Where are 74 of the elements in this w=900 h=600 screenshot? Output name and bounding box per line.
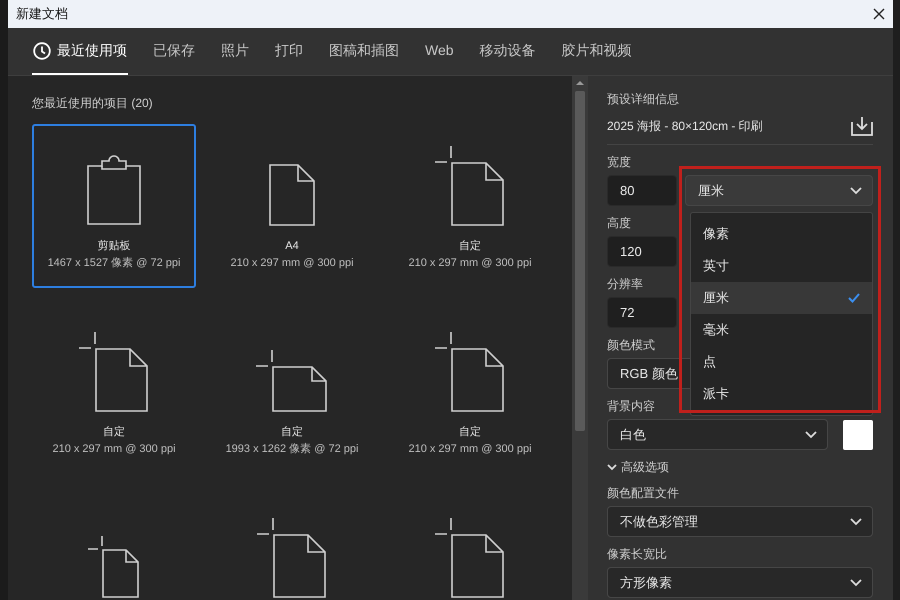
menu-item[interactable]: 毫米 xyxy=(691,314,872,346)
preset-size: 210 x 297 mm @ 300 ppi xyxy=(408,256,532,270)
clock-icon xyxy=(33,42,51,60)
close-button[interactable] xyxy=(871,6,887,22)
custom-document-icon xyxy=(88,536,140,598)
tab[interactable]: 照片 xyxy=(220,28,250,75)
field-label: 分辨率 xyxy=(607,276,643,293)
field-label: 像素长宽比 xyxy=(607,546,667,563)
custom-document-icon xyxy=(79,332,149,412)
chevron-down-icon xyxy=(850,518,862,526)
section-heading: 预设详细信息 xyxy=(607,91,679,108)
download-icon xyxy=(851,116,873,136)
dropdown[interactable]: 白色 xyxy=(607,419,828,450)
menu-item[interactable]: 厘米 xyxy=(691,282,872,314)
menu-item[interactable]: 像素 xyxy=(691,218,872,250)
dropdown[interactable]: 不做色彩管理 xyxy=(607,506,873,537)
save-preset-button[interactable] xyxy=(851,116,873,136)
menu-item[interactable]: 点 xyxy=(691,346,872,378)
tab[interactable]: 图稿和插图 xyxy=(328,28,400,75)
preset-card[interactable]: 自定 1993 x 1262 像素 @ 72 ppi xyxy=(210,310,374,474)
field-label: 颜色配置文件 xyxy=(607,485,679,502)
preset-name: 自定 xyxy=(281,424,303,440)
preset-name: 自定 xyxy=(103,424,125,440)
custom-document-icon xyxy=(435,332,505,412)
preset-name: 剪贴板 xyxy=(98,238,130,254)
menu-item[interactable]: 派卡 xyxy=(691,378,872,410)
dropdown[interactable]: 方形像素 xyxy=(607,567,873,598)
field-label: 背景内容 xyxy=(607,398,655,415)
preset-card[interactable]: 自定 210 x 297 mm @ 300 ppi xyxy=(388,310,552,474)
document-icon xyxy=(269,164,315,226)
preset-card[interactable]: 自定 210 x 297 mm @ 300 ppi xyxy=(388,124,552,288)
custom-document-icon xyxy=(435,146,505,226)
window-title: 新建文档 xyxy=(16,5,68,24)
chevron-down-icon xyxy=(850,186,862,194)
advanced-toggle[interactable]: 高级选项 xyxy=(607,458,669,476)
preset-title: 2025 海报 - 80×120cm - 印刷 xyxy=(607,118,763,135)
tab[interactable]: 移动设备 xyxy=(478,28,537,75)
scroll-up-icon xyxy=(576,80,584,85)
clipboard-icon xyxy=(85,154,143,226)
preset-size: 210 x 297 mm @ 300 ppi xyxy=(52,442,176,456)
field-label: 颜色模式 xyxy=(607,337,655,354)
field-label: 宽度 xyxy=(607,154,631,171)
preset-card[interactable]: 自定 210 x 297 mm @ 300 ppi xyxy=(32,310,196,474)
color-swatch[interactable] xyxy=(843,420,873,450)
tab[interactable]: 已保存 xyxy=(152,28,196,75)
preset-size: 210 x 297 mm @ 300 ppi xyxy=(230,256,354,270)
scrollbar-thumb[interactable] xyxy=(575,91,585,431)
chevron-down-icon xyxy=(607,464,617,470)
scrollbar[interactable] xyxy=(572,76,588,600)
preset-card[interactable]: 剪贴板 1467 x 1527 像素 @ 72 ppi xyxy=(32,124,196,288)
preset-name: 自定 xyxy=(459,424,481,440)
chevron-down-icon xyxy=(805,430,817,438)
preset-size: 1467 x 1527 像素 @ 72 ppi xyxy=(48,256,180,270)
tab[interactable]: Web xyxy=(424,28,455,75)
field-label: 高度 xyxy=(607,215,631,232)
custom-landscape-document-icon xyxy=(256,350,328,412)
chevron-down-icon xyxy=(850,578,862,586)
custom-document-icon xyxy=(435,518,505,598)
tab[interactable]: 胶片和视频 xyxy=(560,28,633,75)
custom-document-icon xyxy=(257,518,327,598)
preset-size: 1993 x 1262 像素 @ 72 ppi xyxy=(226,442,358,456)
dropdown[interactable]: 厘米 xyxy=(685,175,873,206)
tab[interactable]: 打印 xyxy=(274,28,304,75)
preset-size: 210 x 297 mm @ 300 ppi xyxy=(408,442,532,456)
close-icon xyxy=(873,8,885,20)
checkmark-icon xyxy=(848,293,860,303)
preset-name: A4 xyxy=(285,239,299,254)
menu-item[interactable]: 英寸 xyxy=(691,250,872,282)
input-field[interactable]: 80 xyxy=(607,175,677,206)
input-field[interactable]: 120 xyxy=(607,236,677,267)
preset-name: 自定 xyxy=(459,238,481,254)
input-field[interactable]: 72 xyxy=(607,297,677,328)
preset-card[interactable]: A4 210 x 297 mm @ 300 ppi xyxy=(210,124,374,288)
section-heading: 您最近使用的项目 (20) xyxy=(32,95,154,112)
